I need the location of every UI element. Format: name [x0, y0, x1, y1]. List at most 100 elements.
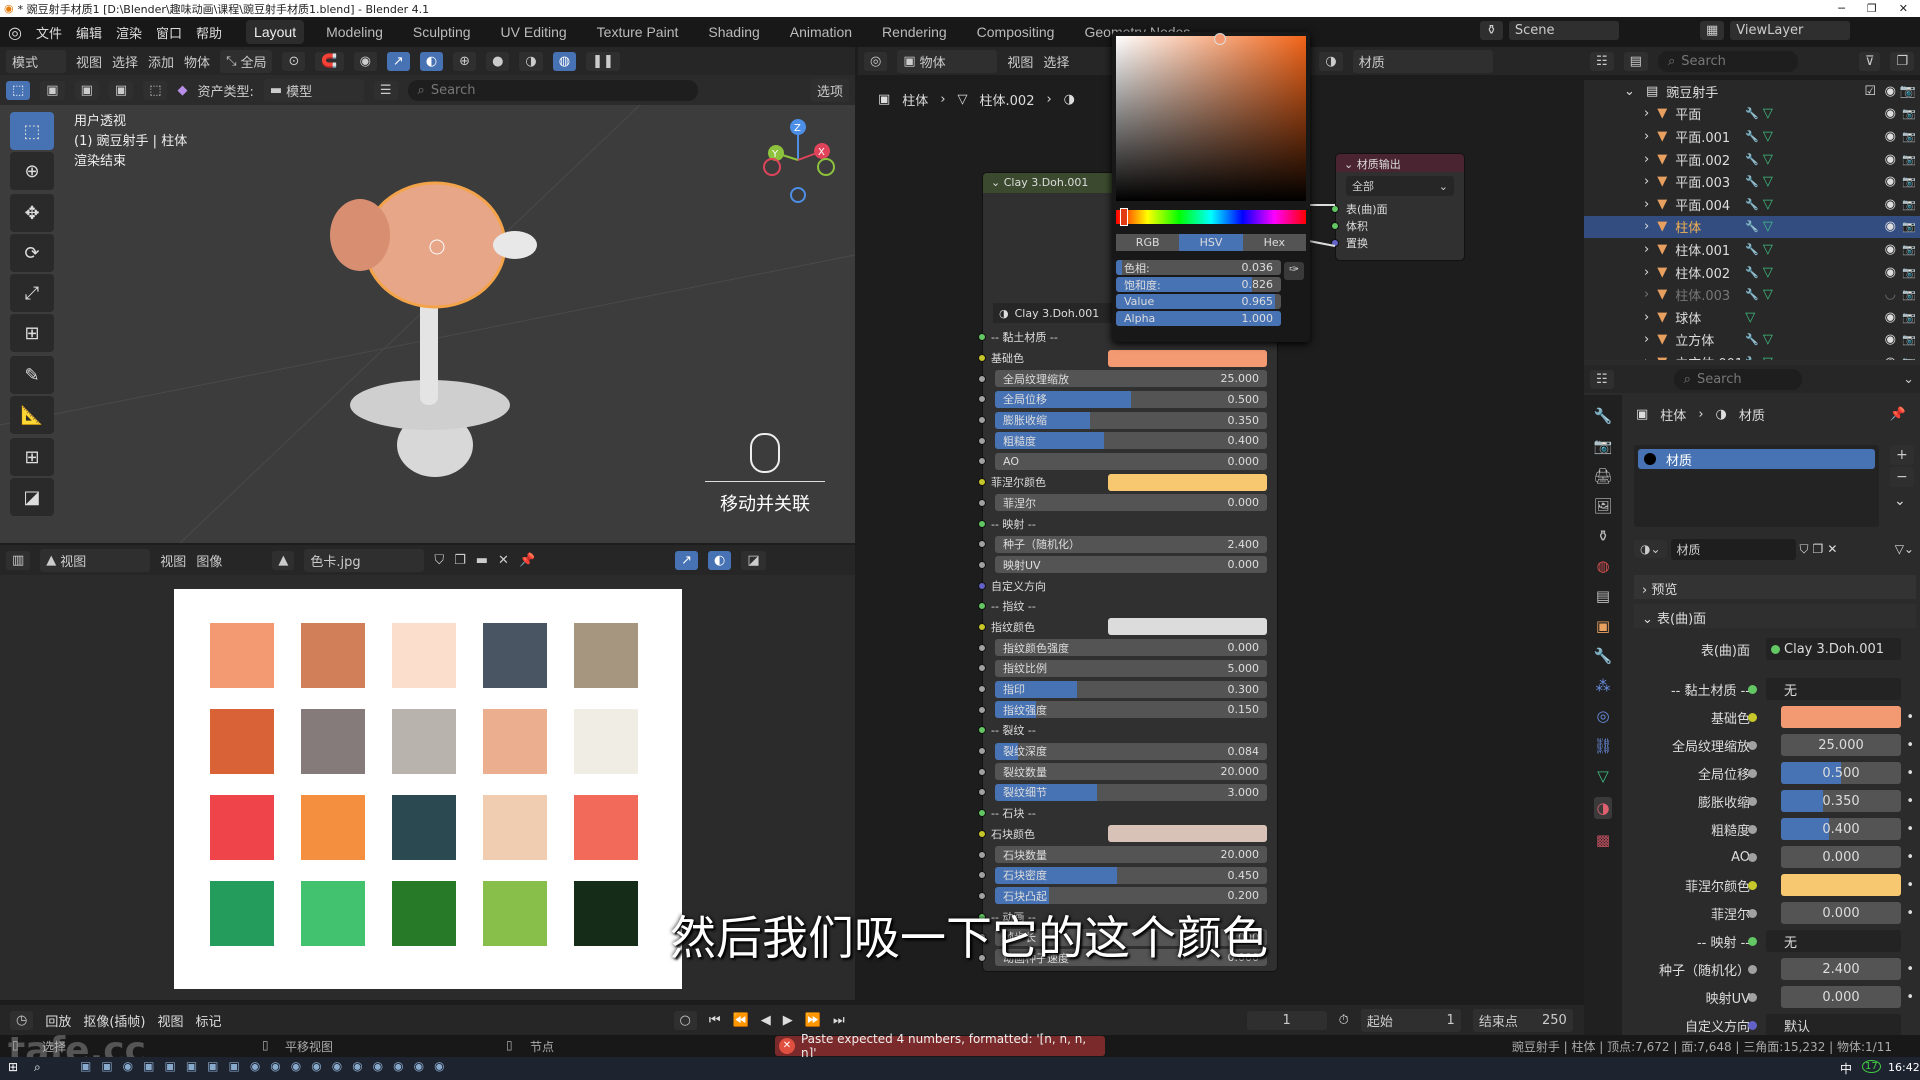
- mesh-data-icon[interactable]: ▽: [1763, 219, 1773, 234]
- pin-icon[interactable]: 📌: [1890, 407, 1906, 422]
- input-socket-icon[interactable]: [978, 685, 986, 694]
- pause-render-button[interactable]: ❚❚: [586, 51, 620, 71]
- outliner-item[interactable]: › ▼ 立方体 🔧 ▽ ◉ 📷: [1584, 329, 1920, 352]
- outliner-item[interactable]: › ▼ 柱体.001 🔧 ▽ ◉ 📷: [1584, 238, 1920, 261]
- expand-icon[interactable]: ›: [1644, 197, 1649, 212]
- input-socket-icon[interactable]: [978, 643, 986, 652]
- outliner-item[interactable]: › ▼ 柱体 🔧 ▽ ◉ 📷: [1584, 215, 1920, 239]
- color-swatch[interactable]: [210, 881, 274, 946]
- image-browse-button[interactable]: ▲: [272, 550, 295, 570]
- input-socket-icon[interactable]: [1748, 684, 1757, 694]
- outliner-item[interactable]: › ▼ 平面.003 🔧 ▽ ◉ 📷: [1584, 170, 1920, 193]
- node-value-field[interactable]: 全局纹理缩放 25.000: [995, 370, 1267, 388]
- mesh-data-icon[interactable]: ▽: [1763, 106, 1773, 121]
- input-socket-icon[interactable]: [1748, 908, 1757, 918]
- modifier-wrench-icon[interactable]: 🔧: [1745, 130, 1759, 143]
- expand-icon[interactable]: ›: [1644, 174, 1649, 189]
- color-swatch[interactable]: [483, 709, 547, 774]
- picker-value-field[interactable]: Value 0.965: [1116, 294, 1281, 309]
- node-value-field[interactable]: AO 0.000: [995, 452, 1267, 470]
- property-field[interactable]: 0.500: [1781, 762, 1901, 784]
- menu-edit[interactable]: 编辑: [76, 23, 102, 42]
- image-overlay-toggle[interactable]: ◐: [708, 550, 732, 570]
- cursor-tool[interactable]: ⊕: [10, 152, 54, 190]
- input-socket-icon[interactable]: [978, 767, 986, 776]
- modifier-wrench-icon[interactable]: 🔧: [1745, 220, 1759, 233]
- breadcrumb-mesh[interactable]: 柱体.002: [980, 90, 1035, 109]
- color-swatch[interactable]: [483, 881, 547, 946]
- tab-modeling[interactable]: Modeling: [318, 20, 391, 44]
- constraints-tab-icon[interactable]: ⛓: [1593, 737, 1612, 755]
- stopwatch-icon[interactable]: ⏱: [1339, 1013, 1349, 1028]
- breadcrumb-object[interactable]: 柱体: [902, 90, 928, 109]
- color-field[interactable]: [1108, 473, 1267, 491]
- tray-badge[interactable]: 17: [1862, 1060, 1881, 1073]
- fake-user-icon[interactable]: ⛉: [1800, 542, 1809, 557]
- input-socket-icon[interactable]: [978, 540, 986, 549]
- timeline-menu-playback[interactable]: 回放: [45, 1011, 71, 1030]
- render-camera-icon[interactable]: 📷: [1902, 311, 1916, 324]
- current-frame-field[interactable]: 1: [1246, 1010, 1327, 1030]
- mesh-data-icon[interactable]: ▽: [1745, 310, 1755, 325]
- output-target-dropdown[interactable]: 全部 ⌄: [1346, 176, 1454, 196]
- visibility-eye-icon[interactable]: ◉: [1885, 197, 1896, 212]
- mesh-data-icon[interactable]: ▽: [1763, 152, 1773, 167]
- render-camera-icon[interactable]: 📷: [1902, 107, 1916, 120]
- color-card-image[interactable]: [174, 589, 682, 989]
- node-material-name-field[interactable]: 材质: [1352, 49, 1493, 73]
- timeline-menu-keying[interactable]: 抠像(插帧): [83, 1011, 145, 1030]
- menu-help[interactable]: 帮助: [196, 23, 222, 42]
- mesh-data-icon[interactable]: ▽: [1763, 174, 1773, 189]
- taskbar-search-icon[interactable]: ⌕: [34, 1060, 41, 1075]
- picker-value-field[interactable]: 饱和度: 0.826: [1116, 277, 1281, 292]
- visibility-eye-icon[interactable]: ◉: [1885, 174, 1896, 189]
- color-swatch[interactable]: [210, 709, 274, 774]
- asset-type-dropdown[interactable]: ▬ 模型: [263, 78, 364, 102]
- expand-icon[interactable]: ›: [1644, 287, 1649, 302]
- input-socket-icon[interactable]: [1748, 936, 1757, 946]
- visibility-eye-icon[interactable]: ◉: [1885, 265, 1896, 280]
- color-swatch[interactable]: [392, 709, 456, 774]
- color-swatch[interactable]: [574, 709, 638, 774]
- modifier-tab-icon[interactable]: 🔧: [1594, 647, 1613, 665]
- keyframe-dot-icon[interactable]: •: [1906, 710, 1914, 725]
- keyframe-dot-icon[interactable]: •: [1906, 850, 1914, 865]
- start-button[interactable]: ⊞: [8, 1060, 18, 1074]
- property-field[interactable]: 25.000: [1781, 734, 1901, 756]
- color-swatch[interactable]: [210, 623, 274, 688]
- color-picker-cursor[interactable]: [1214, 33, 1226, 45]
- rotate-tool[interactable]: ⟳: [10, 234, 54, 272]
- link-type-dropdown[interactable]: ▽⌄: [1895, 542, 1914, 556]
- gizmo-toggle[interactable]: ↗: [386, 51, 410, 71]
- outliner-item[interactable]: › ▼ 平面.004 🔧 ▽ ◉ 📷: [1584, 193, 1920, 216]
- picker-mode-tab-hsv[interactable]: HSV: [1179, 234, 1243, 251]
- node-value-field[interactable]: 裂纹数量 20.000: [995, 763, 1267, 781]
- visibility-eye-icon[interactable]: ◉: [1885, 84, 1896, 99]
- keyframe-dot-icon[interactable]: •: [1906, 738, 1914, 753]
- expand-icon[interactable]: ›: [1644, 310, 1649, 325]
- viewlayer-name-field[interactable]: ViewLayer: [1730, 21, 1851, 40]
- tab-compositing[interactable]: Compositing: [969, 20, 1063, 44]
- material-tab-icon[interactable]: ◑: [1594, 797, 1612, 819]
- select-box-tool[interactable]: ⬚: [10, 112, 54, 150]
- data-tab-icon[interactable]: ▽: [1597, 767, 1609, 785]
- visibility-eye-icon[interactable]: ◉: [1885, 129, 1896, 144]
- outliner-search-input[interactable]: ⌕ Search: [1657, 50, 1798, 72]
- output-tab-icon[interactable]: 🖨: [1593, 467, 1612, 485]
- timeline-menu-marker[interactable]: 标记: [196, 1011, 222, 1030]
- viewport-menu-object[interactable]: 物体: [184, 52, 210, 71]
- start-frame-field[interactable]: 起始 1: [1360, 1008, 1461, 1032]
- modifier-wrench-icon[interactable]: 🔧: [1745, 333, 1759, 346]
- tray-ime[interactable]: 中: [1840, 1060, 1852, 1077]
- particles-tab-icon[interactable]: ⁂: [1596, 677, 1611, 695]
- expand-icon[interactable]: ›: [1644, 242, 1649, 257]
- render-camera-icon[interactable]: 📷: [1902, 333, 1916, 346]
- outliner-item[interactable]: › ▼ 平面.002 🔧 ▽ ◉ 📷: [1584, 148, 1920, 171]
- input-socket-icon[interactable]: [978, 519, 986, 528]
- node-value-field[interactable]: 裂纹细节 3.000: [995, 783, 1267, 801]
- render-camera-icon[interactable]: 📷: [1902, 175, 1916, 188]
- property-field[interactable]: 0.350: [1781, 790, 1901, 812]
- keyframe-dot-icon[interactable]: •: [1906, 962, 1914, 977]
- display-mode-dropdown[interactable]: ▤: [1623, 51, 1648, 71]
- image-menu-image[interactable]: 图像: [196, 551, 222, 570]
